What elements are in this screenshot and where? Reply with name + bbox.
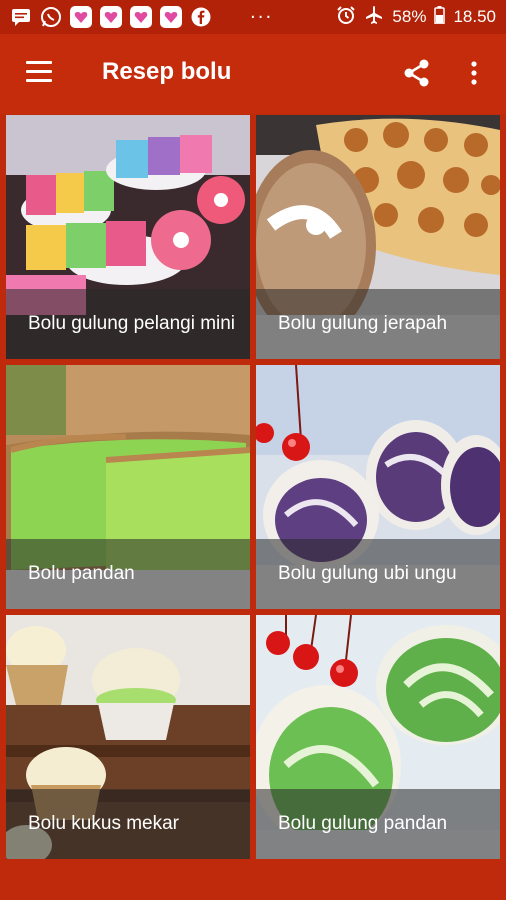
recipe-card[interactable]: Bolu pandan [6, 365, 250, 609]
more-options-icon[interactable] [462, 58, 486, 88]
recipe-title: Bolu pandan [28, 563, 135, 584]
facebook-icon [190, 6, 212, 28]
recipe-caption: Bolu pandan [6, 539, 250, 609]
battery-icon [434, 5, 446, 29]
menu-icon[interactable] [26, 61, 54, 85]
recipe-card[interactable]: Bolu gulung jerapah [256, 115, 500, 359]
app-icon [70, 6, 92, 28]
message-icon [10, 6, 32, 28]
share-icon[interactable] [402, 58, 432, 88]
recipe-card[interactable]: Bolu gulung pandan [256, 615, 500, 859]
recipe-title: Bolu gulung jerapah [278, 313, 448, 334]
airplane-icon [364, 5, 384, 30]
recipe-title: Bolu gulung pelangi mini [28, 313, 236, 334]
page-title: Resep bolu [102, 58, 232, 85]
app-toolbar: Resep bolu [0, 34, 506, 114]
alarm-icon [336, 5, 356, 30]
recipe-caption: Bolu kukus mekar [6, 789, 250, 859]
app-icon [130, 6, 152, 28]
notification-icons: ··· [0, 6, 273, 28]
app-icon [100, 6, 122, 28]
app-icon [160, 6, 182, 28]
recipe-caption: Bolu gulung ubi ungu [256, 539, 500, 609]
recipe-caption: Bolu gulung jerapah [256, 289, 500, 359]
system-status: 58% 18.50 [336, 0, 496, 34]
recipe-caption: Bolu gulung pelangi mini [6, 289, 250, 359]
status-bar: ··· 58% 18.50 [0, 0, 506, 34]
battery-percent: 58% [392, 7, 427, 26]
more-notifications: ··· [250, 6, 274, 28]
recipe-card[interactable]: Bolu kukus mekar [6, 615, 250, 859]
recipe-card[interactable]: Bolu gulung ubi ungu [256, 365, 500, 609]
clock: 18.50 [453, 7, 496, 26]
recipe-caption: Bolu gulung pandan [256, 789, 500, 859]
whatsapp-icon [40, 6, 62, 28]
recipe-grid: Bolu gulung pelangi mini Bolu gulung jer… [6, 115, 502, 862]
recipe-title: Bolu gulung pandan [278, 813, 448, 834]
recipe-card[interactable]: Bolu gulung pelangi mini [6, 115, 250, 359]
recipe-title: Bolu gulung ubi ungu [278, 563, 457, 584]
recipe-title: Bolu kukus mekar [28, 813, 180, 834]
